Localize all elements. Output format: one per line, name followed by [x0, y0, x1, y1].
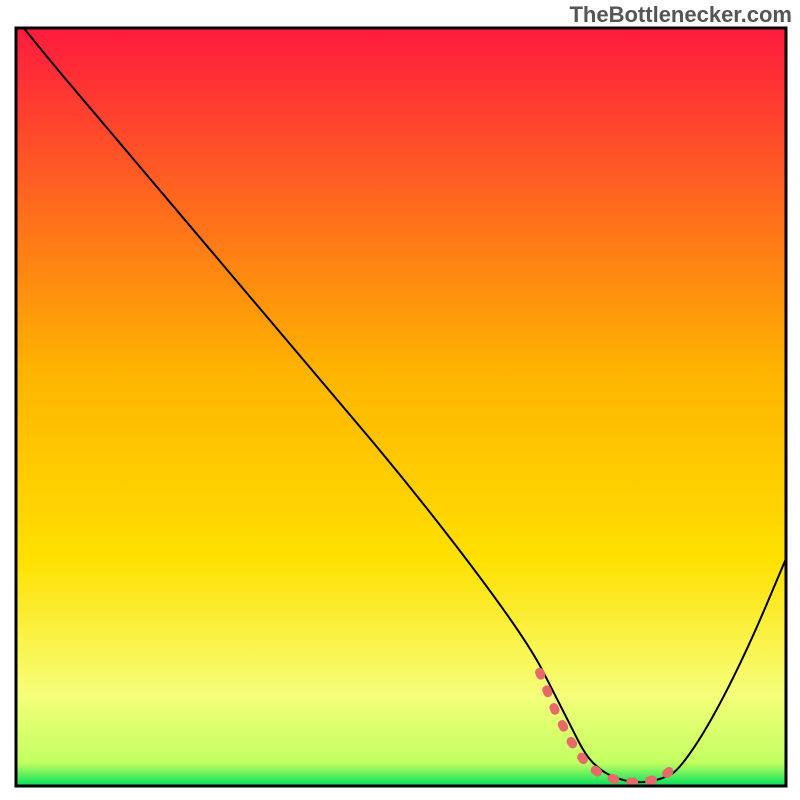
plot-background [16, 28, 786, 786]
bottleneck-chart [0, 0, 800, 800]
attribution-text: TheBottlenecker.com [569, 2, 792, 28]
